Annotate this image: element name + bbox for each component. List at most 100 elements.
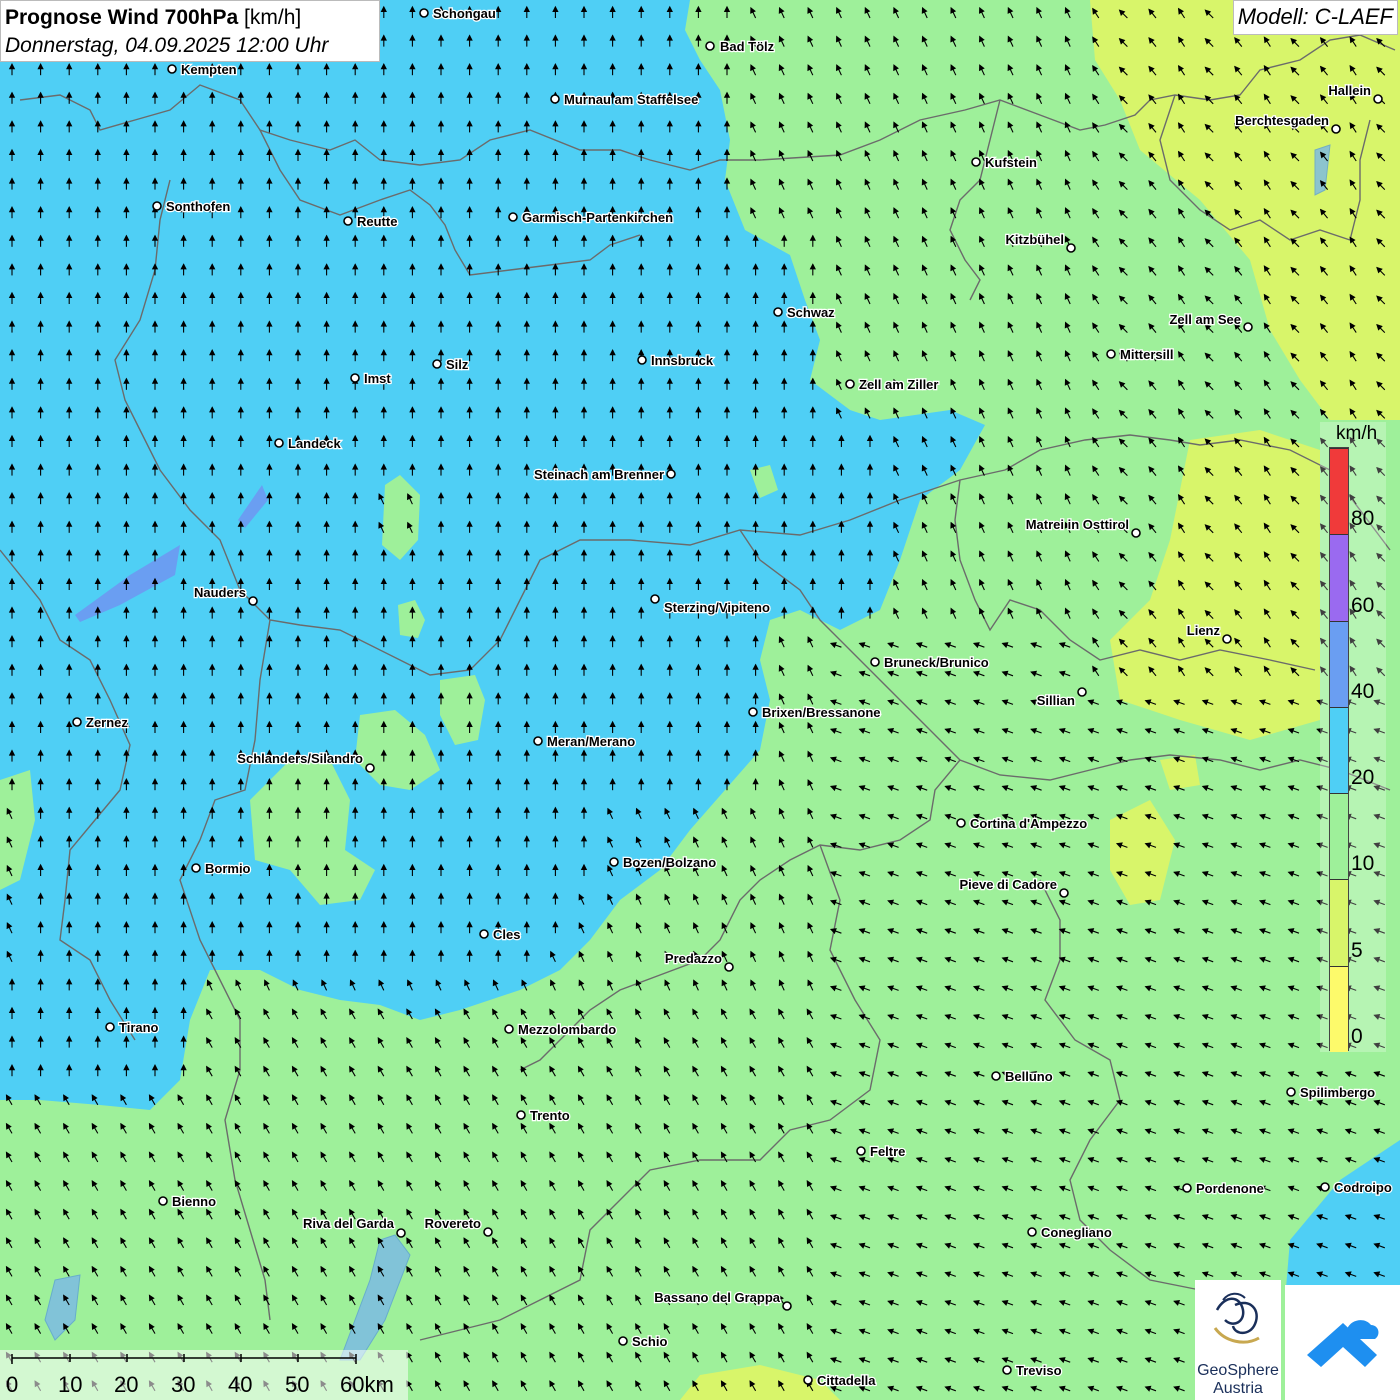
- city-marker[interactable]: [609, 857, 619, 867]
- city-label: Bienno: [172, 1194, 216, 1209]
- city-marker[interactable]: [1077, 687, 1087, 697]
- geosphere-logo[interactable]: GeoSphere Austria: [1195, 1280, 1281, 1400]
- city-label: Bad Tölz: [720, 39, 775, 54]
- city-marker[interactable]: [483, 1227, 493, 1237]
- city-marker[interactable]: [650, 594, 660, 604]
- city-label: Steinach am Brenner: [534, 467, 664, 482]
- city-marker[interactable]: [971, 157, 981, 167]
- city-marker[interactable]: [618, 1336, 628, 1346]
- legend-segment: [1330, 965, 1348, 1052]
- city-marker[interactable]: [1106, 349, 1116, 359]
- city-label: Schwaz: [787, 305, 835, 320]
- city-marker[interactable]: [516, 1110, 526, 1120]
- city-marker[interactable]: [1059, 888, 1069, 898]
- city-label: Treviso: [1016, 1363, 1062, 1378]
- city-marker[interactable]: [365, 763, 375, 773]
- city-label: Garmisch-Partenkirchen: [522, 210, 673, 225]
- city-label: Cles: [493, 927, 520, 942]
- forecast-datetime: Donnerstag, 04.09.2025 12:00 Uhr: [5, 34, 329, 57]
- city-marker[interactable]: [773, 307, 783, 317]
- city-marker[interactable]: [248, 596, 258, 606]
- scale-label: 40: [228, 1372, 253, 1397]
- city-marker[interactable]: [550, 94, 560, 104]
- city-marker[interactable]: [856, 1146, 866, 1156]
- legend-tick-label: 10: [1351, 852, 1375, 876]
- city-marker[interactable]: [72, 717, 82, 727]
- city-marker[interactable]: [158, 1196, 168, 1206]
- city-label: Innsbruck: [651, 353, 714, 368]
- city-marker[interactable]: [1002, 1365, 1012, 1375]
- city-label: Reutte: [357, 214, 397, 229]
- geosphere-emblem-icon: [1213, 1292, 1260, 1344]
- city-label: Rovereto: [425, 1216, 481, 1231]
- city-marker[interactable]: [1027, 1227, 1037, 1237]
- city-marker[interactable]: [105, 1022, 115, 1032]
- legend-segment: [1330, 534, 1348, 621]
- city-label: Sillian: [1037, 693, 1075, 708]
- weather-app-logo[interactable]: [1285, 1285, 1400, 1400]
- legend-segment: [1330, 793, 1348, 880]
- city-marker[interactable]: [350, 373, 360, 383]
- city-marker[interactable]: [152, 201, 162, 211]
- city-marker[interactable]: [724, 962, 734, 972]
- city-marker[interactable]: [803, 1375, 813, 1385]
- forecast-title: Prognose Wind 700hPa [km/h]: [5, 4, 379, 32]
- forecast-title-main: Prognose Wind 700hPa: [5, 6, 239, 29]
- city-marker[interactable]: [479, 929, 489, 939]
- legend-tick-label: 20: [1351, 766, 1375, 790]
- city-marker[interactable]: [274, 438, 284, 448]
- city-marker[interactable]: [991, 1071, 1001, 1081]
- city-marker[interactable]: [1331, 124, 1341, 134]
- legend-segment: [1330, 620, 1348, 707]
- city-marker[interactable]: [1222, 634, 1232, 644]
- city-marker[interactable]: [705, 41, 715, 51]
- city-marker[interactable]: [167, 64, 177, 74]
- city-marker[interactable]: [1131, 528, 1141, 538]
- city-label: Murnau am Staffelsee: [564, 92, 698, 107]
- city-label: Meran/Merano: [547, 734, 635, 749]
- scale-label: 10: [58, 1372, 83, 1397]
- city-label: Berchtesgaden: [1235, 113, 1329, 128]
- city-marker[interactable]: [870, 657, 880, 667]
- city-label: Matrei in Osttirol: [1026, 517, 1129, 532]
- city-marker[interactable]: [504, 1024, 514, 1034]
- city-marker[interactable]: [1286, 1087, 1296, 1097]
- city-marker[interactable]: [396, 1228, 406, 1238]
- city-marker[interactable]: [637, 355, 647, 365]
- city-label: Belluno: [1005, 1069, 1053, 1084]
- city-marker[interactable]: [191, 863, 201, 873]
- city-marker[interactable]: [508, 212, 518, 222]
- city-label: Schio: [632, 1334, 667, 1349]
- legend-tick-label: 60: [1351, 593, 1375, 617]
- city-marker[interactable]: [1182, 1183, 1192, 1193]
- city-label: Sterzing/Vipiteno: [664, 600, 770, 615]
- city-marker[interactable]: [782, 1301, 792, 1311]
- city-marker[interactable]: [845, 379, 855, 389]
- scale-label: 30: [171, 1372, 196, 1397]
- city-marker[interactable]: [1243, 322, 1253, 332]
- weather-app-icon: [1307, 1320, 1379, 1367]
- city-label: Riva del Garda: [303, 1216, 395, 1231]
- city-marker[interactable]: [419, 8, 429, 18]
- city-marker[interactable]: [748, 707, 758, 717]
- city-label: Mezzolombardo: [518, 1022, 616, 1037]
- city-label: Schlanders/Silandro: [237, 751, 363, 766]
- city-label: Spilimbergo: [1300, 1085, 1375, 1100]
- city-marker[interactable]: [1066, 243, 1076, 253]
- city-label: Nauders: [194, 585, 246, 600]
- wind-field-layer: Schongau Bad Tölz Kempten Murnau am Staffel…: [0, 0, 1400, 1400]
- city-marker[interactable]: [533, 736, 543, 746]
- city-label: Zell am Ziller: [859, 377, 938, 392]
- city-marker[interactable]: [343, 216, 353, 226]
- city-label: Kempten: [181, 62, 237, 77]
- city-label: Conegliano: [1041, 1225, 1112, 1240]
- city-label: Lienz: [1187, 623, 1221, 638]
- city-marker[interactable]: [666, 469, 676, 479]
- wind-map[interactable]: Schongau Bad Tölz Kempten Murnau am Staffel…: [0, 0, 1400, 1400]
- city-marker[interactable]: [956, 818, 966, 828]
- city-marker[interactable]: [1320, 1182, 1330, 1192]
- legend-tick-label: 5: [1351, 938, 1363, 962]
- city-marker[interactable]: [432, 359, 442, 369]
- city-marker[interactable]: [1373, 94, 1383, 104]
- scale-label: 0: [6, 1372, 19, 1397]
